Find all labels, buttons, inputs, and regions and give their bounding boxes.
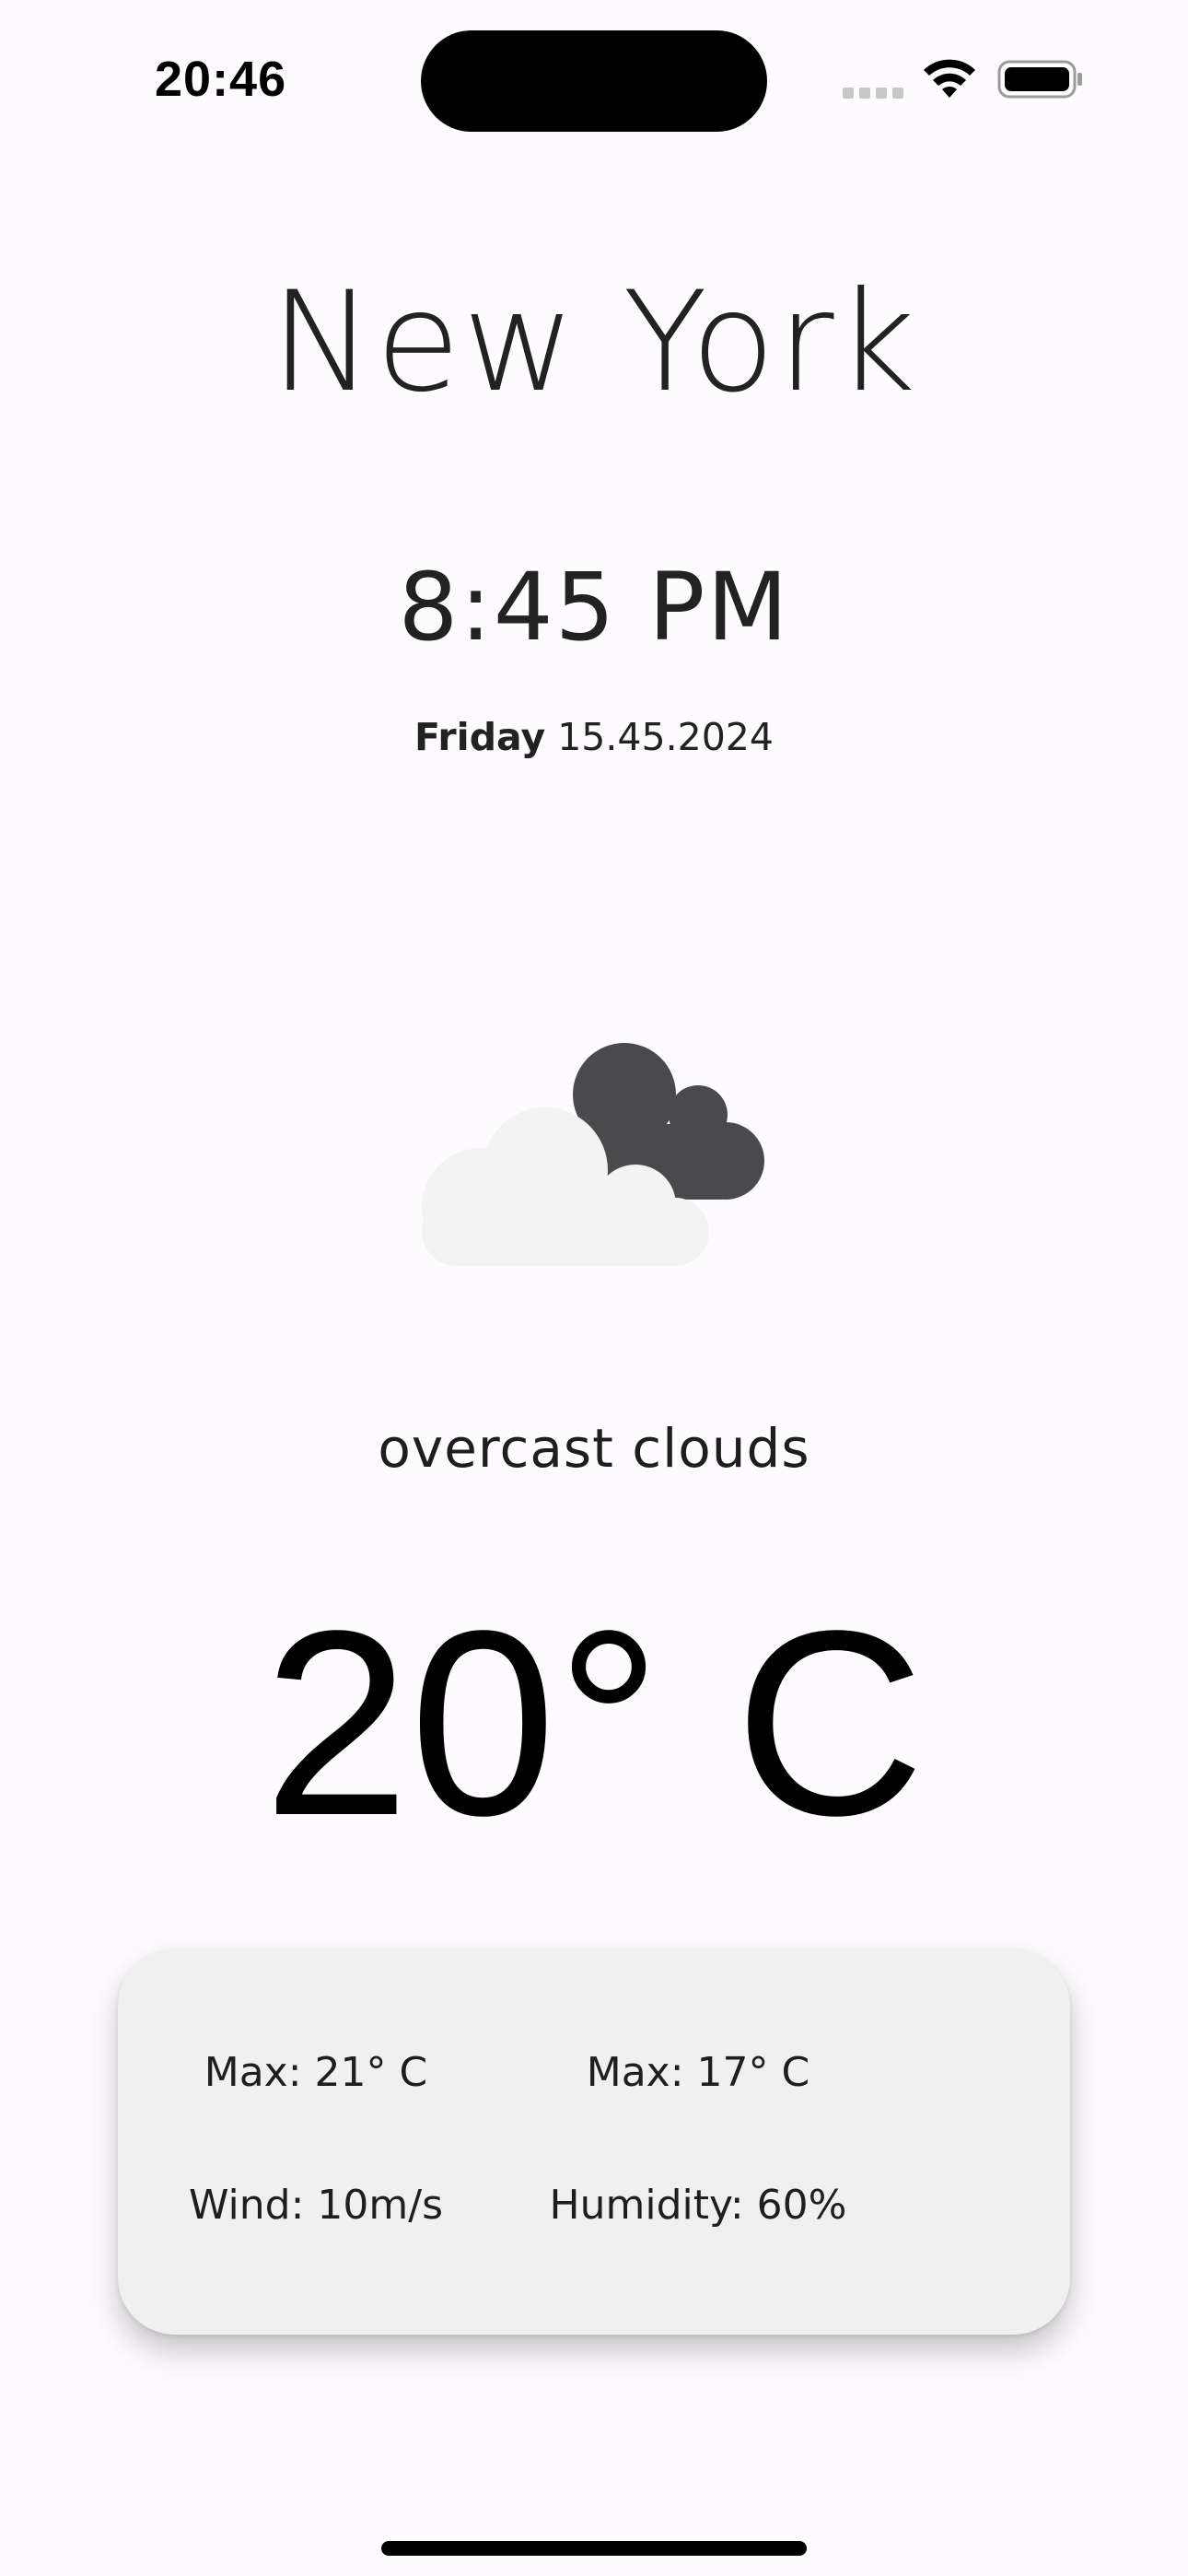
weather-condition: overcast clouds bbox=[378, 1417, 810, 1480]
battery-icon bbox=[997, 60, 1082, 99]
status-bar-time: 20:46 bbox=[155, 52, 287, 107]
current-temperature: 20° C bbox=[262, 1575, 926, 1870]
date-line: Friday 15.45.2024 bbox=[0, 711, 1188, 763]
date-value: 15.45.2024 bbox=[557, 715, 774, 759]
local-time: 8:45 PM bbox=[398, 553, 790, 662]
dynamic-island bbox=[421, 30, 767, 132]
min-temperature: Max: 17° C bbox=[586, 2049, 810, 2096]
humidity: Humidity: 60% bbox=[549, 2182, 847, 2229]
signal-icon bbox=[843, 88, 903, 99]
day-of-week: Friday bbox=[414, 715, 546, 759]
overcast-clouds-icon bbox=[422, 1043, 764, 1266]
city-name: New York bbox=[270, 263, 918, 423]
wifi-icon bbox=[924, 59, 975, 98]
home-indicator[interactable] bbox=[381, 2541, 807, 2556]
weather-details-card: Max: 21° C Max: 17° C Wind: 10m/s Humidi… bbox=[118, 1950, 1070, 2335]
